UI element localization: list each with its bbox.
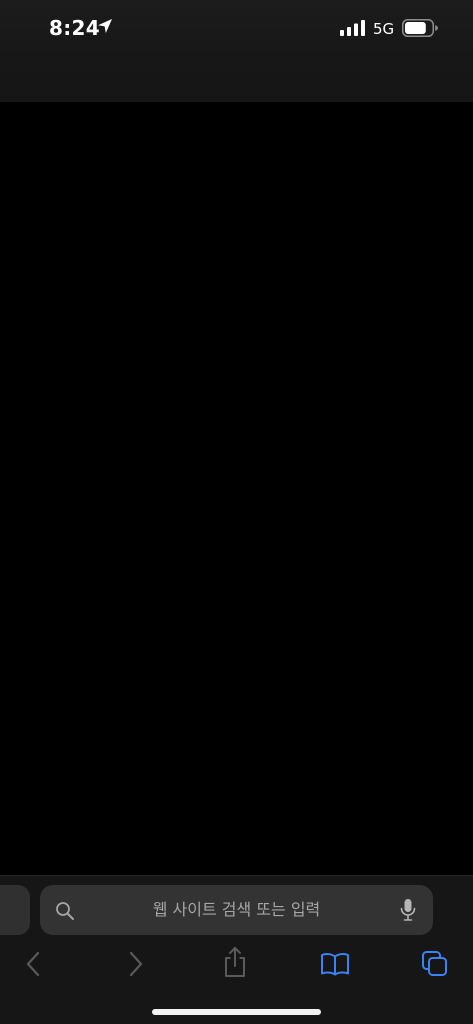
home-indicator[interactable] <box>152 1009 321 1015</box>
tabs-icon <box>422 951 447 976</box>
magnifier-icon <box>56 902 74 920</box>
forward-button[interactable] <box>116 948 156 980</box>
address-placeholder: 웹 사이트 검색 또는 입력 <box>152 900 321 919</box>
book-icon <box>321 953 349 976</box>
address-bar[interactable]: 웹 사이트 검색 또는 입력 <box>40 885 433 935</box>
bottom-toolbar: 웹 사이트 검색 또는 입력 <box>0 875 473 1024</box>
status-time: 8:24 <box>49 16 100 40</box>
battery-icon <box>402 19 438 37</box>
web-content-area[interactable] <box>0 102 473 875</box>
share-icon <box>225 947 245 977</box>
share-button[interactable] <box>215 946 255 978</box>
location-arrow-icon <box>98 19 112 33</box>
bookmarks-button[interactable] <box>315 948 355 980</box>
chevron-right-icon <box>129 951 143 977</box>
status-bar: 8:24 5G <box>0 0 473 102</box>
cellular-signal-icon <box>340 20 365 36</box>
network-type-label: 5G <box>373 20 395 38</box>
previous-tab-address-bar[interactable] <box>0 885 30 935</box>
chevron-left-icon <box>26 951 40 977</box>
tabs-button[interactable] <box>415 948 455 980</box>
microphone-icon[interactable] <box>399 898 417 922</box>
back-button[interactable] <box>13 948 53 980</box>
safari-screen: 8:24 5G 웹 사이트 검색 또는 입력 <box>0 0 473 1024</box>
